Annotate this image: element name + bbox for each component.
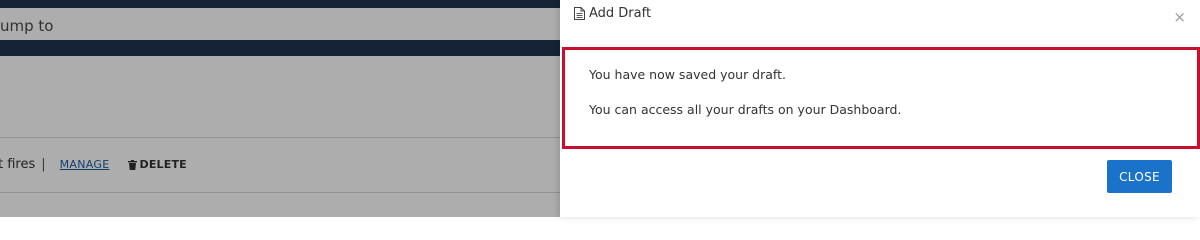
close-icon[interactable]: ×	[1173, 10, 1186, 25]
document-icon	[574, 7, 585, 20]
saved-draft-message: You have now saved your draft.	[589, 67, 786, 82]
modal-title: Add Draft	[574, 6, 651, 21]
add-draft-modal: Add Draft × You have now saved your draf…	[560, 0, 1200, 217]
close-button[interactable]: CLOSE	[1107, 160, 1172, 193]
modal-message-box: You have now saved your draft. You can a…	[562, 47, 1200, 149]
modal-header: Add Draft ×	[560, 0, 1200, 44]
dashboard-access-message: You can access all your drafts on your D…	[589, 102, 902, 117]
modal-title-text: Add Draft	[589, 6, 652, 21]
